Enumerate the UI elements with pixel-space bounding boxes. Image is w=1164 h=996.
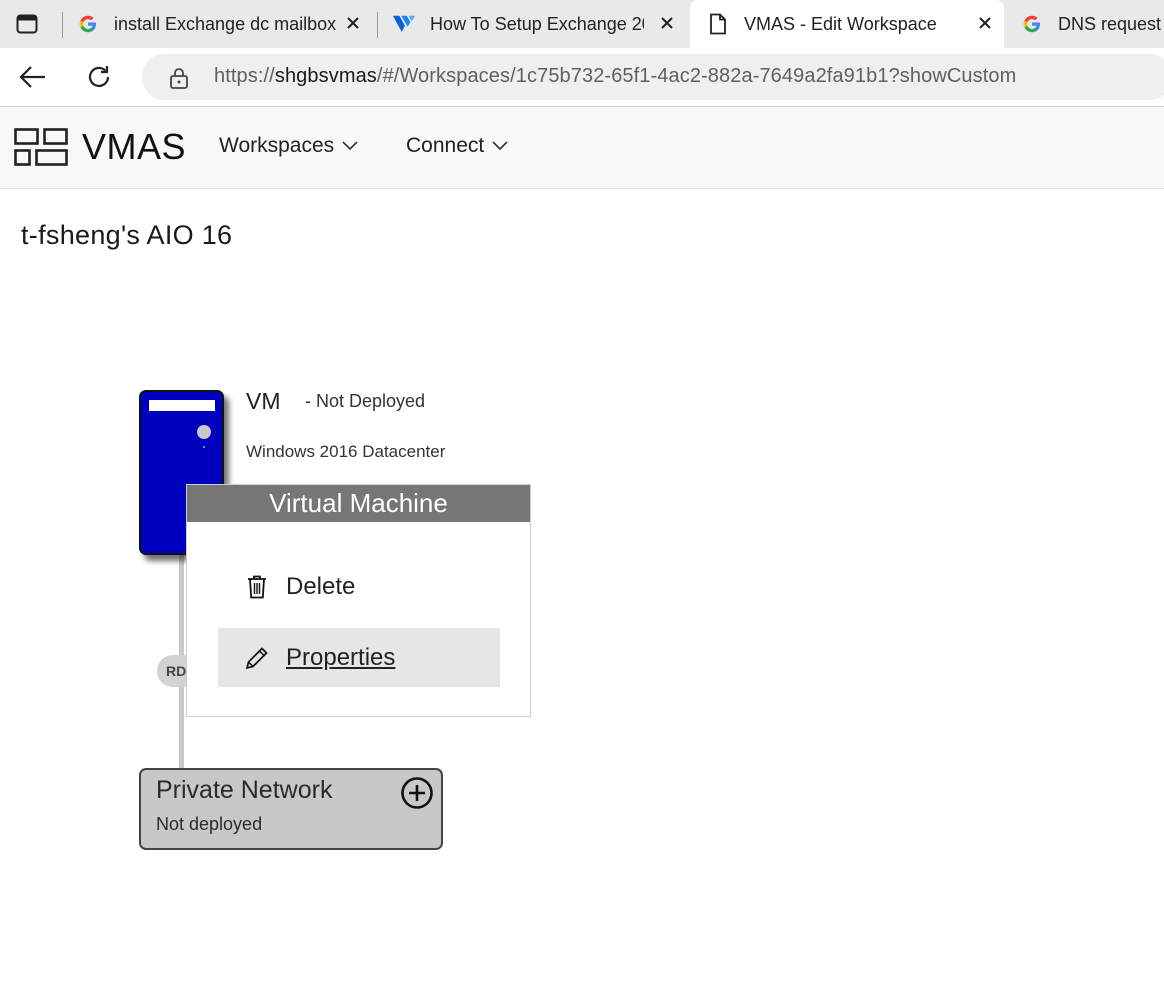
tab-title: VMAS - Edit Workspace (744, 13, 937, 34)
tab-title: install Exchange dc mailbox (114, 13, 336, 34)
url-path: /#/Workspaces/1c75b732-65f1-4ac2-882a-76… (376, 65, 1017, 87)
google-icon (1020, 12, 1044, 36)
tab-install-exchange[interactable]: install Exchange dc mailbox (76, 0, 372, 48)
tab-actions-button[interactable] (10, 10, 44, 38)
menu-item-label: Properties (286, 643, 396, 671)
vm-indicator (203, 446, 205, 448)
delete-menu-item[interactable]: Delete (218, 557, 500, 616)
workspaces-menu[interactable]: Workspaces (219, 134, 358, 158)
vm-drive-slot (149, 400, 215, 411)
properties-menu-item[interactable]: Properties (218, 628, 500, 687)
refresh-button[interactable] (82, 60, 116, 94)
url-scheme: https:// (214, 65, 275, 87)
close-tab-icon[interactable] (656, 12, 678, 34)
refresh-icon (88, 66, 110, 87)
trash-icon (244, 574, 270, 600)
tab-title: DNS request (1058, 13, 1162, 34)
network-status: Not deployed (156, 814, 263, 834)
tab-dns-request[interactable]: DNS request (1020, 0, 1164, 48)
network-name: Private Network (156, 776, 333, 804)
browser-tab-strip: install Exchange dc mailbox How To Setup… (0, 0, 1164, 48)
back-button[interactable] (16, 60, 50, 94)
connect-menu[interactable]: Connect (406, 134, 508, 158)
chevron-down-icon (342, 141, 358, 151)
tab-actions-icon (16, 14, 38, 34)
back-arrow-icon (19, 66, 45, 88)
vm-status: - Not Deployed (305, 391, 426, 411)
chevron-down-icon (492, 141, 508, 151)
tab-vmas-edit-workspace[interactable]: VMAS - Edit Workspace (690, 0, 1004, 48)
private-network-node[interactable]: Private Network Not deployed (139, 768, 443, 850)
menu-label: Connect (406, 134, 485, 157)
vm-name: VM (246, 388, 281, 414)
menu-item-label: Delete (286, 572, 356, 600)
tab-separator (377, 12, 378, 38)
app-name: VMAS (82, 126, 187, 167)
tab-title: How To Setup Exchange 20 (430, 13, 644, 34)
vm-context-menu: Virtual Machine Delete Properties (186, 484, 531, 717)
pencil-icon (244, 645, 270, 671)
tab-how-to-setup-exchange[interactable]: How To Setup Exchange 20 (392, 0, 686, 48)
menu-label: Workspaces (219, 134, 335, 157)
lock-icon (170, 68, 188, 89)
vm-power-led (197, 425, 211, 439)
page-title: t-fsheng's AIO 16 (21, 220, 233, 250)
app-header: VMAS Workspaces Connect (0, 107, 1164, 189)
browser-toolbar: https://shgbsvmas/#/Workspaces/1c75b732-… (0, 48, 1164, 107)
context-menu-header: Virtual Machine (187, 485, 530, 522)
vmas-logo-icon (14, 128, 68, 166)
vultr-icon (392, 12, 416, 36)
add-circle-icon[interactable] (400, 776, 434, 810)
address-bar[interactable]: https://shgbsvmas/#/Workspaces/1c75b732-… (142, 54, 1164, 100)
url-text[interactable]: https://shgbsvmas/#/Workspaces/1c75b732-… (214, 65, 1016, 88)
google-icon (76, 12, 100, 36)
close-tab-icon[interactable] (342, 12, 364, 34)
url-host: shgbsvmas (274, 65, 377, 87)
tab-separator (62, 12, 63, 38)
close-tab-icon[interactable] (974, 12, 996, 34)
vm-os: Windows 2016 Datacenter (246, 442, 446, 461)
page-icon (706, 12, 730, 36)
